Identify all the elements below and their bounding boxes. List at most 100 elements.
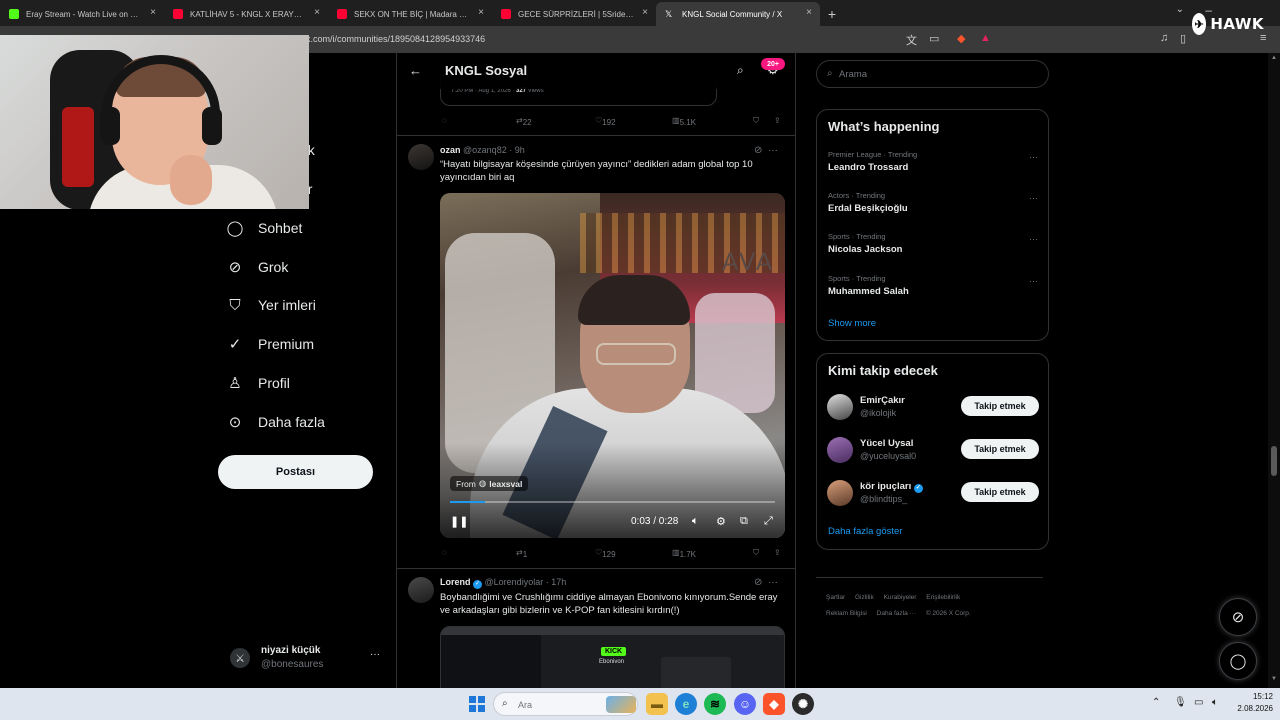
more-icon[interactable]: ··· <box>1029 193 1038 203</box>
trend-item[interactable]: Actors · Trending Erdal Beşikçioğlu ··· <box>828 191 1038 221</box>
grok-fab-button[interactable]: ⊘ <box>1219 598 1257 636</box>
tab-close-icon[interactable]: × <box>642 7 648 18</box>
tab-close-icon[interactable]: × <box>314 7 320 18</box>
tab-close-icon[interactable]: × <box>150 7 156 18</box>
scroll-down-icon[interactable]: ▼ <box>1271 676 1277 682</box>
post-author-handle[interactable]: @ozanq82 · 9h <box>463 145 525 155</box>
microphone-icon[interactable]: 🎙︎ <box>1174 697 1187 708</box>
file-explorer-icon[interactable]: ▬ <box>646 693 668 715</box>
new-tab-button[interactable]: + <box>820 2 844 26</box>
account-switcher[interactable]: ⚔ niyazi küçük @bonesaures ··· <box>226 643 386 677</box>
views-button[interactable]: ▥ 5.1K <box>672 116 696 127</box>
trend-item[interactable]: Sports · Trending Nicolas Jackson ··· <box>828 232 1038 262</box>
video-player[interactable]: AVA From ◍ leaxsval ❚❚ 0:03 / 0:28 🔈︎ ⚙ … <box>440 193 785 538</box>
like-button[interactable]: ♡ 129 <box>595 548 616 559</box>
volume-icon[interactable]: 🔈︎ <box>1212 697 1218 708</box>
post-menu[interactable]: ⊘ ··· <box>754 577 778 588</box>
tab-list-chevron-icon[interactable]: ⌄ <box>1176 4 1184 15</box>
tab-close-icon[interactable]: × <box>478 7 484 18</box>
post-author-handle[interactable]: @Lorendiyolar · 17h <box>485 577 567 587</box>
avatar[interactable] <box>408 577 434 603</box>
show-more-link[interactable]: Daha fazla göster <box>828 526 902 537</box>
nav-item-grok[interactable]: ⊘ Grok <box>226 255 289 279</box>
bookmark-icon[interactable]: ⛉ <box>753 548 759 558</box>
more-icon[interactable]: ··· <box>1029 234 1038 244</box>
media-icon[interactable]: ♫ <box>1160 32 1168 44</box>
reply-icon[interactable]: ◌ <box>442 116 447 125</box>
trend-item[interactable]: Premier League · Trending Leandro Trossa… <box>828 150 1038 180</box>
reply-icon[interactable]: ◌ <box>442 548 447 557</box>
page-scrollbar[interactable]: ▲ ▼ <box>1268 53 1280 688</box>
views-button[interactable]: ▥ 1.7K <box>672 548 696 559</box>
footer-link[interactable]: Kurabiyeler <box>884 594 917 601</box>
cast-icon[interactable]: ▭ <box>929 32 939 45</box>
footer-link[interactable]: Erişilebilirlik <box>926 594 960 601</box>
scroll-up-icon[interactable]: ▲ <box>1271 55 1277 61</box>
taskbar-search[interactable]: ⌕ <box>493 692 638 716</box>
windows-start-icon[interactable] <box>469 696 485 712</box>
share-icon[interactable]: ⇪ <box>774 116 781 125</box>
trend-item[interactable]: Sports · Trending Muhammed Salah ··· <box>828 274 1038 304</box>
pause-icon[interactable]: ❚❚ <box>450 515 468 528</box>
bookmark-icon[interactable]: ⛉ <box>753 116 759 126</box>
video-source-label[interactable]: From ◍ leaxsval <box>450 476 529 491</box>
avatar[interactable] <box>408 144 434 170</box>
nav-item-chat[interactable]: ◯ Sohbet <box>226 216 303 240</box>
volume-icon[interactable]: 🔈︎ <box>692 515 699 528</box>
search-input[interactable] <box>839 67 1039 81</box>
brave-icon[interactable]: ◆ <box>763 693 785 715</box>
search-icon[interactable]: ⌕ <box>737 63 744 78</box>
post-author-name[interactable]: ozan <box>440 145 461 155</box>
more-icon[interactable]: ··· <box>1029 276 1038 286</box>
footer-link[interactable]: Şartlar <box>826 594 845 601</box>
network-icon[interactable]: ▭ <box>1194 697 1203 708</box>
follow-button[interactable]: Takip etmek <box>961 396 1039 416</box>
brave-shield-icon[interactable]: ◆ <box>957 32 965 45</box>
search-box[interactable]: ⌕ <box>816 60 1049 88</box>
post-menu[interactable]: ⊘ ··· <box>754 145 778 156</box>
clock-date[interactable]: 2.08.2026 <box>1223 704 1273 713</box>
browser-tab[interactable]: GECE SÜRPRİZLERİ | 5Sriders | Motosik × <box>492 2 656 26</box>
browser-tab[interactable]: Eray Stream - Watch Live on Kick × <box>0 2 164 26</box>
url-text[interactable]: x.com/i/communities/1895084128954933746 <box>306 34 485 44</box>
scroll-thumb[interactable] <box>1271 446 1277 476</box>
share-icon[interactable]: ⇪ <box>774 548 781 557</box>
post-button[interactable]: Postası <box>218 455 373 489</box>
nav-item-bookmarks[interactable]: ⛉ Yer imleri <box>226 293 315 317</box>
fullscreen-icon[interactable]: ⤢ <box>764 515 773 528</box>
follow-suggestion[interactable]: EmirÇakır @ikolojik Takip etmek <box>827 393 1041 423</box>
more-icon[interactable]: ··· <box>370 649 380 660</box>
nav-item-more[interactable]: ⊙ Daha fazla <box>226 410 325 434</box>
discord-icon[interactable]: ☺ <box>734 693 756 715</box>
post-image[interactable]: KICK Ebonivon <box>440 626 785 688</box>
translate-icon[interactable]: 文 <box>906 32 917 48</box>
back-arrow-icon[interactable]: ← <box>409 63 422 78</box>
nav-item-premium[interactable]: ✓ Premium <box>226 332 314 356</box>
edge-icon[interactable]: e <box>675 693 697 715</box>
footer-link[interactable]: Reklam Bilgisi <box>826 610 867 617</box>
settings-gear-icon[interactable]: ⚙ <box>716 515 726 528</box>
app-icon[interactable]: ✺ <box>792 693 814 715</box>
spotify-icon[interactable]: ≋ <box>704 693 726 715</box>
sidebar-icon[interactable]: ▯ <box>1180 32 1186 45</box>
pip-icon[interactable]: ⧉ <box>740 515 748 528</box>
video-progress-bar[interactable] <box>450 501 775 503</box>
brave-rewards-icon[interactable]: ▲ <box>980 32 991 44</box>
messages-fab-button[interactable]: ◯ <box>1219 642 1257 680</box>
browser-tab[interactable]: SEKX ON THE BİÇ | Madara Olduk #7 × <box>328 2 492 26</box>
follow-button[interactable]: Takip etmek <box>961 439 1039 459</box>
follow-suggestion[interactable]: kör ipuçları ✓ @blindtips_ Takip etmek <box>827 479 1041 509</box>
tray-chevron-icon[interactable]: ⌃ <box>1152 697 1160 708</box>
footer-link[interactable]: Daha fazla ··· <box>877 610 916 617</box>
show-more-link[interactable]: Show more <box>828 318 876 329</box>
more-icon[interactable]: ··· <box>1029 152 1038 162</box>
nav-item-profile[interactable]: ♙ Profil <box>226 371 290 395</box>
follow-button[interactable]: Takip etmek <box>961 482 1039 502</box>
retweet-button[interactable]: ⇄ 22 <box>516 116 532 127</box>
footer-link[interactable]: Gizlilik <box>855 594 874 601</box>
browser-tab-active[interactable]: 𝕏 KNGL Social Community / X × <box>656 2 820 26</box>
clock-time[interactable]: 15:12 <box>1233 692 1273 701</box>
post-author-name[interactable]: Lorend <box>440 577 471 587</box>
follow-suggestion[interactable]: Yücel Uysal @yuceluysal0 Takip etmek <box>827 436 1041 466</box>
tab-close-icon[interactable]: × <box>806 7 812 18</box>
